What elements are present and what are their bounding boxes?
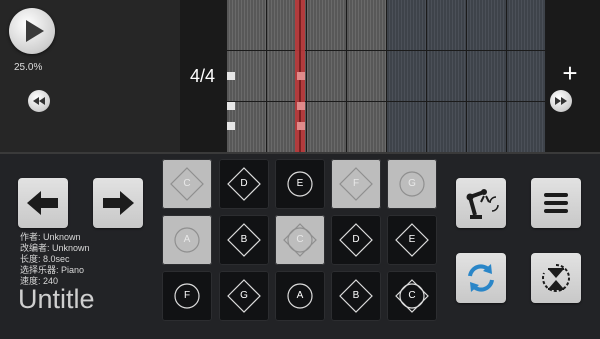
pad-note-label: E [296, 178, 304, 189]
note-pad[interactable]: F [162, 271, 212, 321]
robot-arm-icon [466, 189, 499, 219]
length-text: 长度: 8.0sec [20, 254, 70, 264]
note-marker[interactable] [227, 72, 235, 80]
pad-note-label: G [408, 178, 416, 189]
play-icon [26, 20, 44, 42]
note-pad[interactable]: C [275, 215, 325, 265]
note-pad[interactable]: D [219, 159, 269, 209]
author-text: 作者: Unknown [20, 232, 81, 242]
grid-row-divider [226, 101, 546, 102]
pad-note-label: G [240, 290, 248, 301]
progress-label: 25.0% [14, 62, 43, 73]
rewind-icon [33, 97, 45, 105]
sync-button[interactable] [456, 253, 506, 303]
pad-note-label: D [352, 234, 360, 245]
note-pad[interactable]: A [162, 215, 212, 265]
fast-forward-icon [555, 97, 567, 105]
pad-note-label: A [183, 234, 191, 245]
pad-note-label: B [240, 234, 248, 245]
pad-note-label: C [408, 290, 416, 301]
grid-divider [306, 0, 307, 152]
note-pad[interactable]: C [162, 159, 212, 209]
rewind-button[interactable] [28, 90, 50, 112]
note-pad[interactable]: G [219, 271, 269, 321]
note-pad[interactable]: F [331, 159, 381, 209]
note-marker[interactable] [227, 102, 235, 110]
menu-button[interactable] [531, 178, 581, 228]
pad-note-label: A [296, 290, 304, 301]
pad-note-label: D [240, 178, 248, 189]
note-pad[interactable]: C [387, 271, 437, 321]
pad-note-label: C [296, 234, 304, 245]
note-pad[interactable]: B [331, 271, 381, 321]
pad-note-label: C [183, 178, 191, 189]
pad-note-label: B [352, 290, 360, 301]
note-pad[interactable]: D [331, 215, 381, 265]
pad-note-label: F [183, 290, 191, 301]
sync-icon [468, 264, 494, 292]
grid-divider [506, 0, 507, 152]
note-marker[interactable] [297, 102, 305, 110]
song-info: 作者: Unknown 改编者: Unknown 长度: 8.0sec 选择乐器… [20, 232, 90, 287]
note-pad[interactable]: A [275, 271, 325, 321]
auto-play-button[interactable] [456, 178, 506, 228]
previous-button[interactable] [18, 178, 68, 228]
grid-divider [466, 0, 467, 152]
timer-button[interactable] [531, 253, 581, 303]
note-pad[interactable]: B [219, 215, 269, 265]
grid-divider [386, 0, 387, 152]
next-button[interactable] [93, 178, 143, 228]
note-pad[interactable]: G [387, 159, 437, 209]
note-pad[interactable]: E [387, 215, 437, 265]
play-button[interactable] [9, 8, 55, 54]
grid-divider [545, 0, 546, 152]
instrument-text[interactable]: 选择乐器: Piano [20, 265, 90, 276]
add-measure-button[interactable]: + [559, 60, 581, 86]
song-title[interactable]: Untitle [18, 284, 95, 315]
note-marker[interactable] [227, 122, 235, 130]
arrow-left-icon [27, 191, 58, 215]
grid-divider [426, 0, 427, 152]
arrow-right-icon [103, 191, 134, 215]
hourglass-icon [542, 264, 570, 292]
fast-forward-button[interactable] [550, 90, 572, 112]
grid-divider [266, 0, 267, 152]
pad-note-label: F [352, 178, 360, 189]
pad-note-label: E [408, 234, 416, 245]
note-pad[interactable]: E [275, 159, 325, 209]
arranger-text: 改编者: Unknown [20, 243, 90, 253]
note-marker[interactable] [297, 72, 305, 80]
grid-divider [346, 0, 347, 152]
grid-row-divider [226, 50, 546, 51]
note-marker[interactable] [297, 122, 305, 130]
time-signature[interactable]: 4/4 [190, 66, 215, 87]
menu-icon [544, 193, 568, 213]
